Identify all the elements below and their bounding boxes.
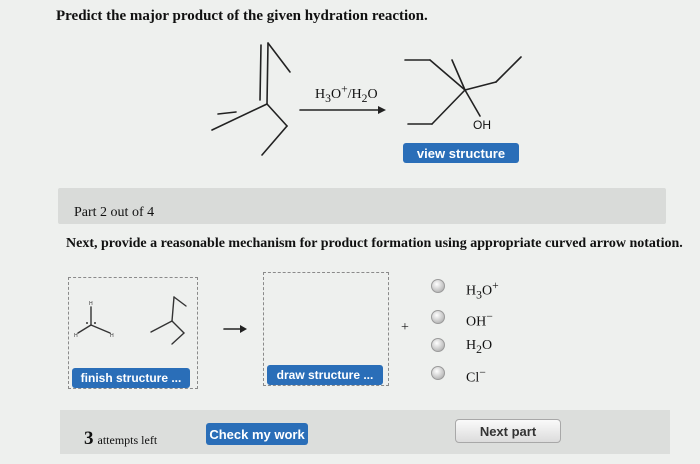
option-label-1: OH−	[466, 310, 493, 330]
plus-sign: +	[401, 320, 409, 335]
radio-h3o-plus[interactable]	[431, 279, 445, 293]
finish-structure-button[interactable]: finish structure ...	[72, 368, 190, 388]
option-label-2: H2O	[466, 338, 493, 356]
radio-water[interactable]	[431, 338, 445, 352]
view-structure-button[interactable]: view structure	[403, 143, 519, 163]
reactant-structure	[211, 42, 522, 156]
mechanism-start-structure: H H H	[74, 296, 247, 345]
reagent-label: H3O+/H2O	[315, 82, 378, 105]
reaction-conditions: H3O+/H2O	[315, 82, 378, 104]
attempts-label: attempts left	[97, 433, 158, 447]
part-label: Part 2 out of 4	[74, 205, 155, 220]
option-label-0: H3O+	[466, 279, 499, 302]
attempts-counter: 3 attempts left	[84, 428, 157, 450]
next-part-button[interactable]: Next part	[455, 419, 561, 443]
attempts-count: 3	[84, 428, 94, 449]
draw-structure-button[interactable]: draw structure ...	[267, 365, 383, 385]
radio-hydroxide[interactable]	[431, 310, 445, 324]
product-oh-label: OH	[473, 118, 491, 132]
radio-chloride[interactable]	[431, 366, 445, 380]
check-my-work-button[interactable]: Check my work	[206, 423, 308, 445]
question-title: Predict the major product of the given h…	[56, 8, 428, 24]
instruction-text: Next, provide a reasonable mechanism for…	[66, 236, 683, 251]
option-label-3: Cl−	[466, 366, 486, 386]
